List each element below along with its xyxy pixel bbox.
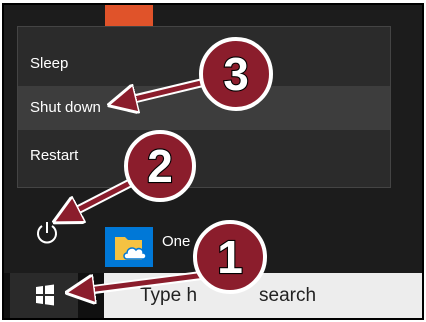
onedrive-label: One [162, 233, 191, 250]
search-box[interactable]: Type h search [104, 273, 422, 318]
shut-down-menu-item[interactable]: Shut down [18, 86, 390, 130]
onedrive-folder-icon [115, 237, 147, 260]
sleep-menu-item[interactable]: Sleep [18, 42, 390, 86]
onedrive-tile[interactable] [105, 227, 153, 267]
windows-logo-icon [36, 284, 54, 306]
restart-menu-item[interactable]: Restart [18, 134, 390, 178]
start-button[interactable] [10, 273, 78, 318]
taskbar: Type h search [4, 273, 422, 318]
power-button[interactable] [30, 216, 64, 250]
restart-label: Restart [30, 147, 79, 164]
search-placeholder-right: search [259, 285, 317, 306]
sleep-label: Sleep [30, 55, 69, 72]
start-menu-window: Sleep Shut down Restart One Type h searc… [2, 3, 424, 320]
shut-down-label: Shut down [30, 99, 101, 116]
power-icon [37, 222, 57, 244]
power-options-menu: Sleep Shut down Restart [17, 26, 391, 188]
search-placeholder-left: Type h [140, 285, 198, 306]
